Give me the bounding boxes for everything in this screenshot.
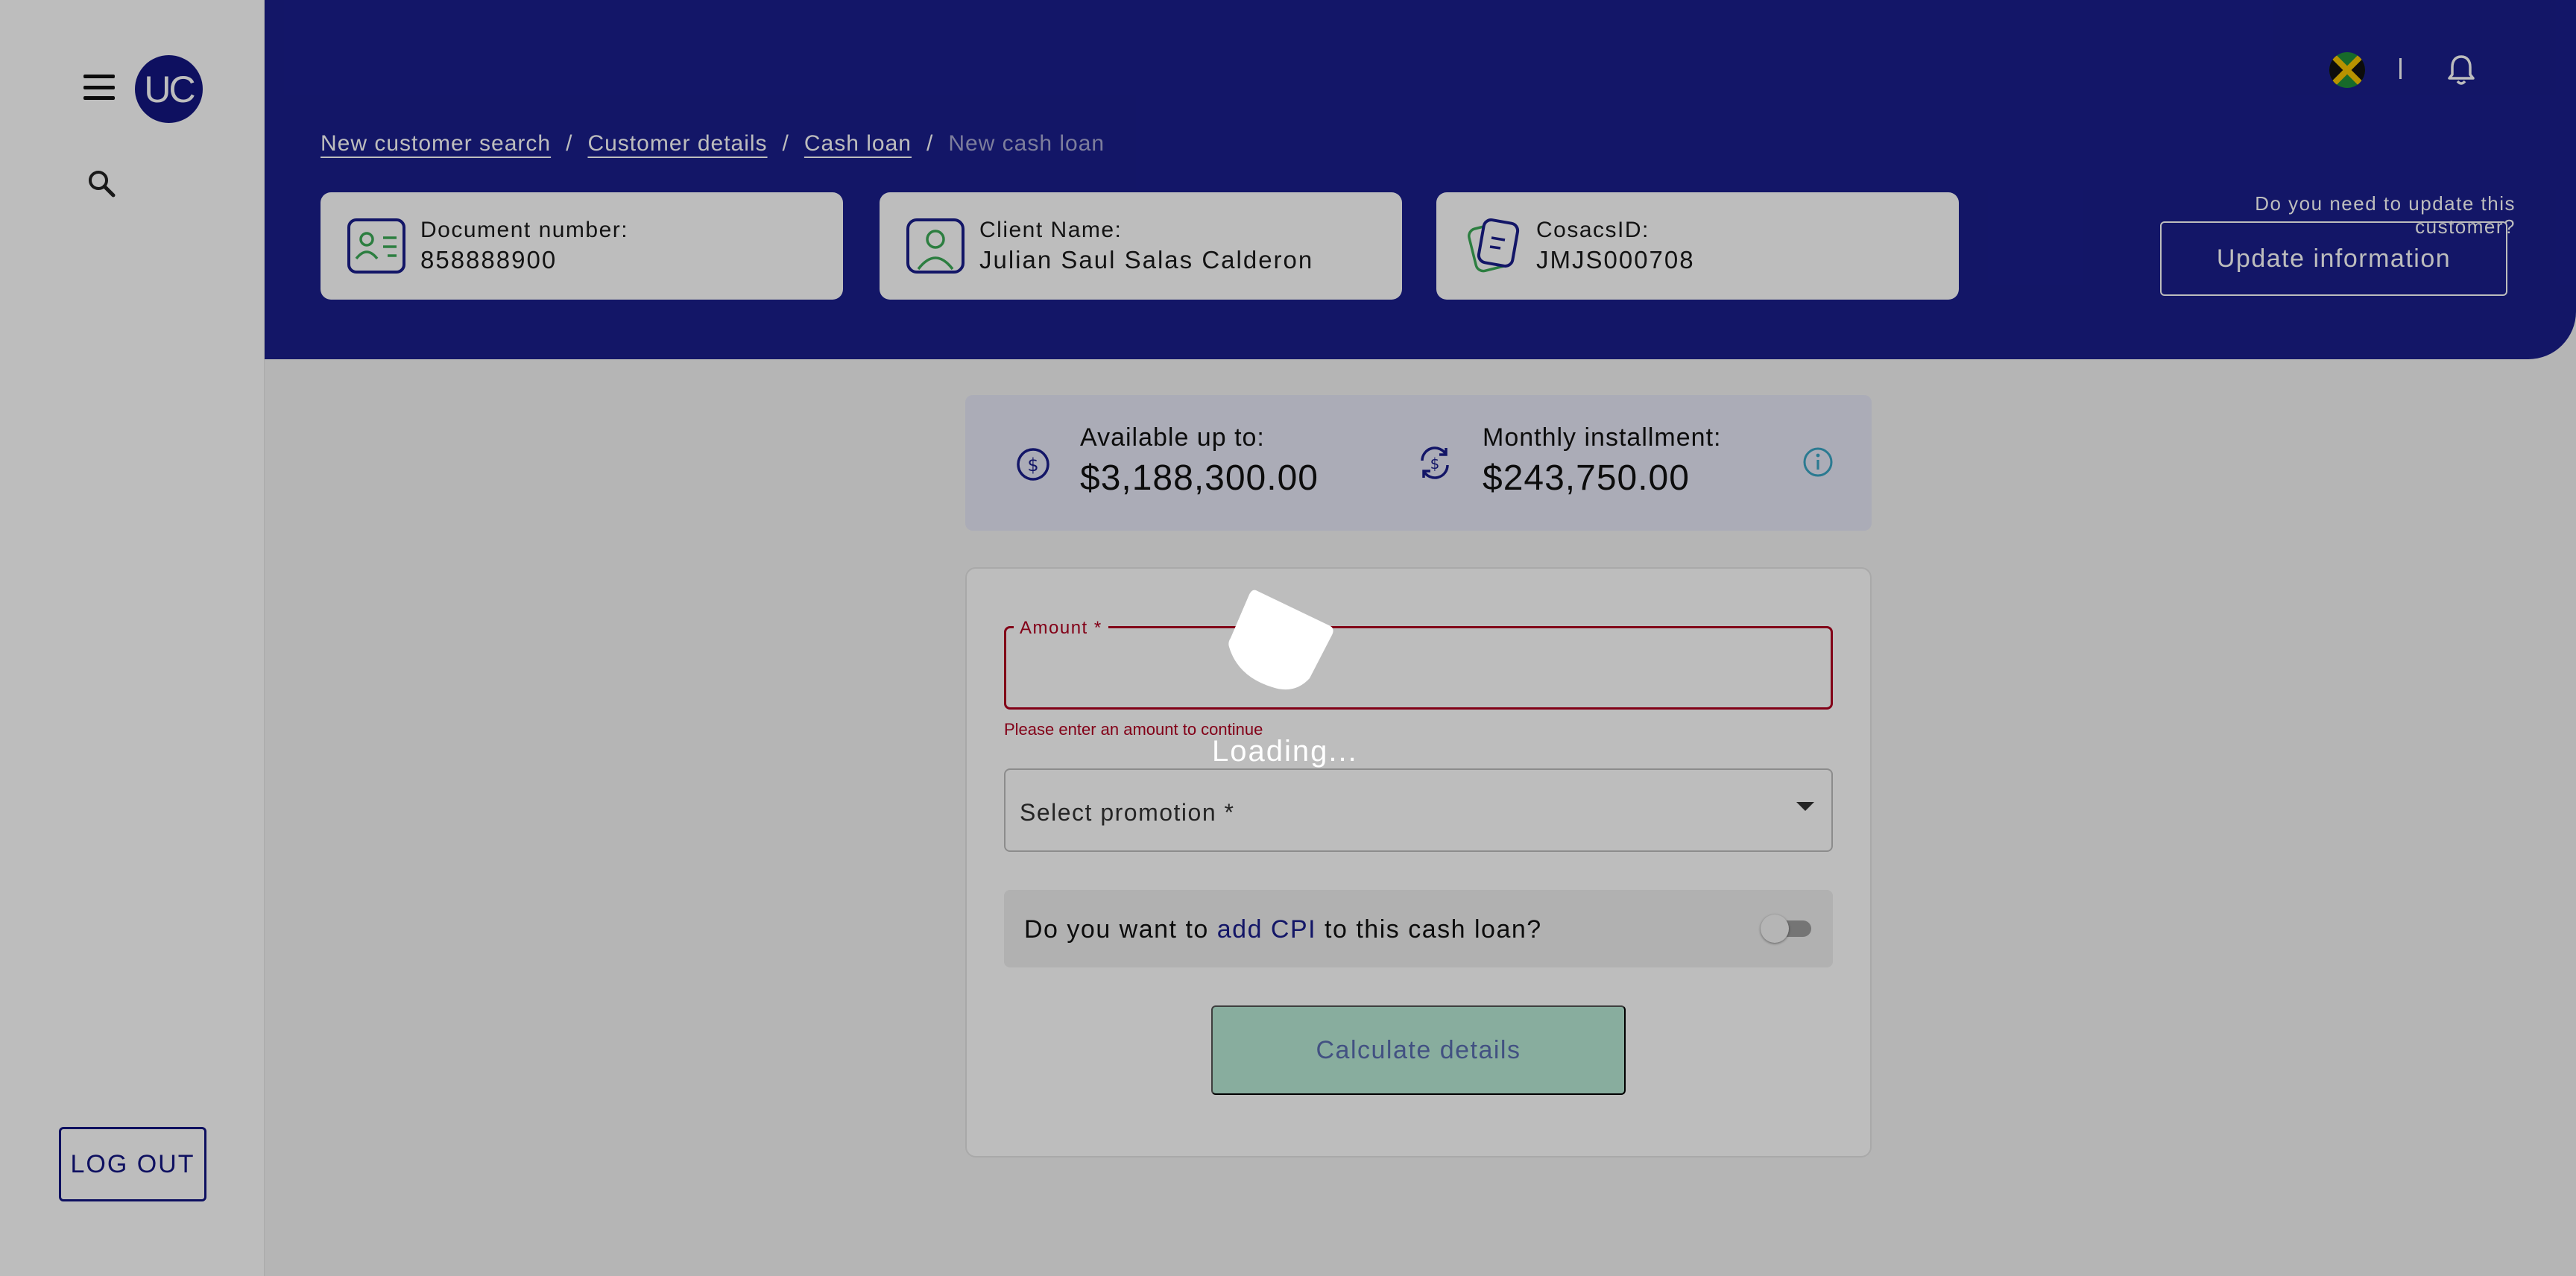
- loading-text: Loading...: [1212, 735, 1358, 768]
- loading-spinner-icon: [1228, 590, 1333, 690]
